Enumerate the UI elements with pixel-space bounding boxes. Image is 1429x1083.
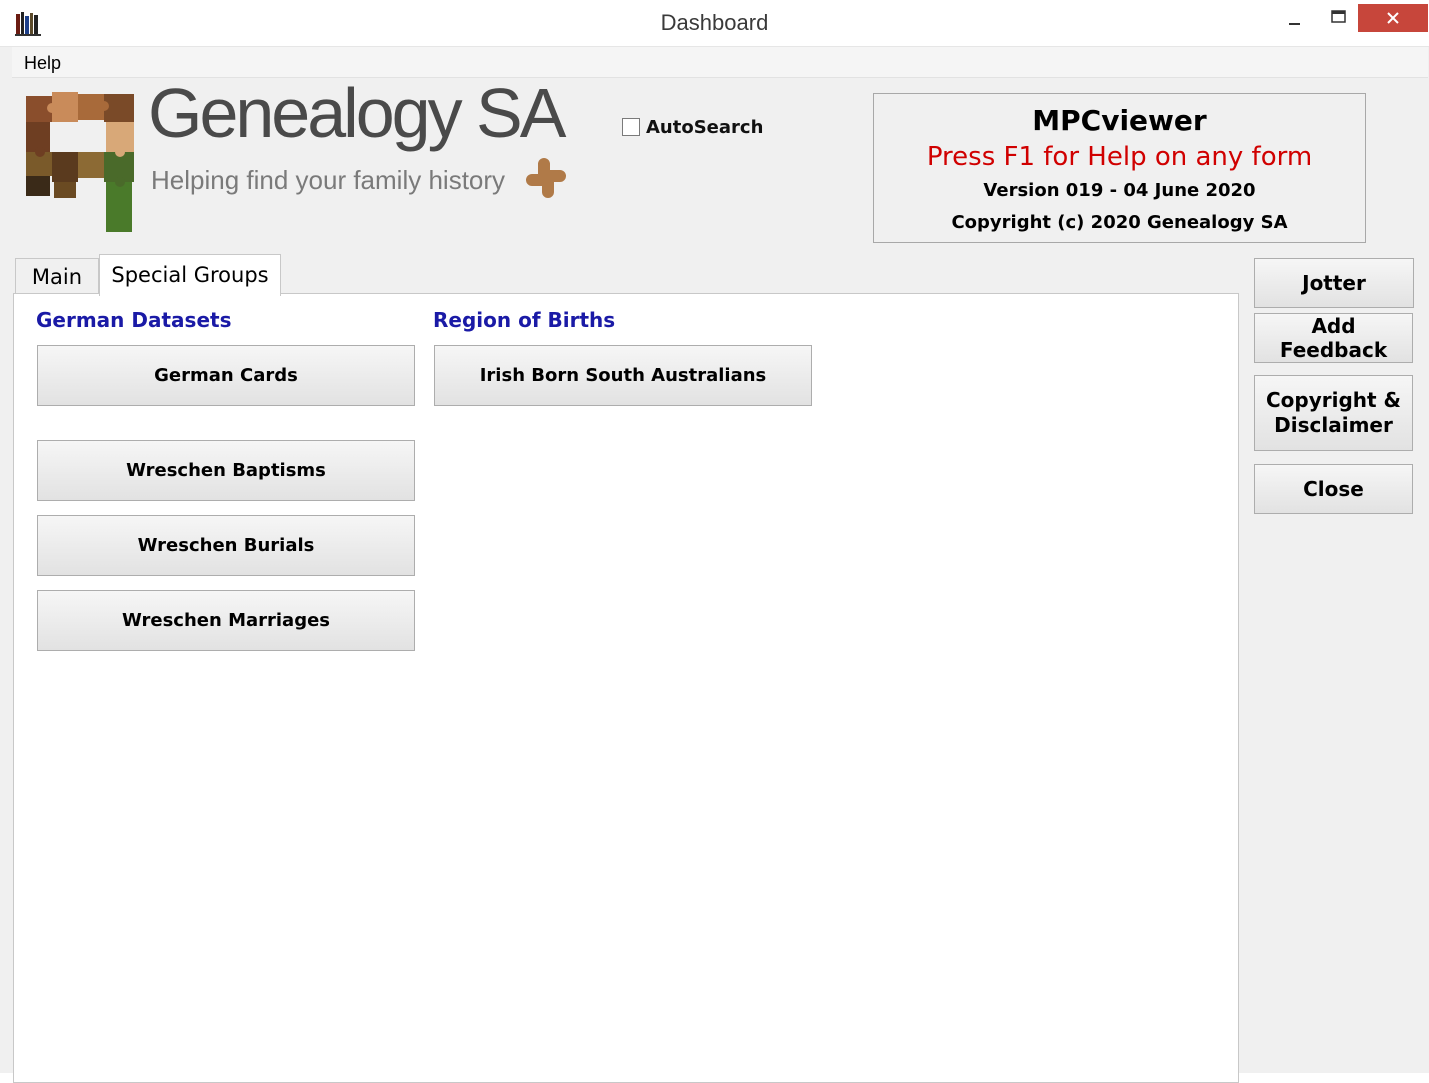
copyright-button-line1: Copyright & bbox=[1265, 388, 1401, 412]
maximize-icon[interactable] bbox=[1322, 5, 1356, 31]
logo-tagline: Helping find your family history bbox=[151, 165, 506, 195]
menu-item-help[interactable]: Help bbox=[24, 53, 61, 74]
title-bar: Dashboard bbox=[0, 0, 1429, 47]
help-hint: Press F1 for Help on any form bbox=[926, 142, 1313, 172]
wreschen-marriages-button[interactable]: Wreschen Marriages bbox=[37, 590, 415, 651]
german-cards-button[interactable]: German Cards bbox=[37, 345, 415, 406]
wreschen-burials-button[interactable]: Wreschen Burials bbox=[37, 515, 415, 576]
dashboard-window: Dashboard Help Genealogy SA Helping find… bbox=[0, 0, 1429, 1083]
minimize-icon[interactable] bbox=[1277, 5, 1311, 31]
section-heading-german-datasets: German Datasets bbox=[36, 308, 232, 332]
logo-title: Genealogy SA bbox=[148, 74, 566, 152]
autosearch-checkbox-box[interactable] bbox=[622, 118, 640, 136]
tab-main[interactable]: Main bbox=[15, 258, 99, 294]
jotter-button[interactable]: Jotter bbox=[1254, 258, 1414, 308]
puzzle-piece-icon bbox=[526, 158, 566, 198]
tab-panel-special-groups: German Datasets Region of Births German … bbox=[13, 293, 1239, 1083]
irish-born-south-australians-button[interactable]: Irish Born South Australians bbox=[434, 345, 812, 406]
puzzle-logo-icon bbox=[26, 92, 134, 232]
copyright-disclaimer-button[interactable]: Copyright & Disclaimer bbox=[1254, 375, 1413, 451]
autosearch-label: AutoSearch bbox=[646, 116, 764, 138]
app-name: MPCviewer bbox=[1032, 104, 1207, 137]
autosearch-checkbox[interactable]: AutoSearch bbox=[622, 116, 763, 138]
add-feedback-button[interactable]: Add Feedback bbox=[1254, 313, 1413, 363]
close-icon bbox=[1387, 12, 1399, 24]
copyright-text: Copyright (c) 2020 Genealogy SA bbox=[951, 212, 1288, 233]
window-title: Dashboard bbox=[660, 10, 769, 35]
close-button[interactable]: Close bbox=[1254, 464, 1413, 514]
section-heading-region-of-births: Region of Births bbox=[433, 308, 616, 332]
copyright-button-line2: Disclaimer bbox=[1274, 413, 1393, 437]
version-text: Version 019 - 04 June 2020 bbox=[983, 180, 1256, 201]
tab-special-groups[interactable]: Special Groups bbox=[99, 254, 281, 296]
wreschen-baptisms-button[interactable]: Wreschen Baptisms bbox=[37, 440, 415, 501]
app-info-box: MPCviewer Press F1 for Help on any form … bbox=[873, 93, 1366, 243]
close-window-button[interactable] bbox=[1358, 4, 1428, 32]
